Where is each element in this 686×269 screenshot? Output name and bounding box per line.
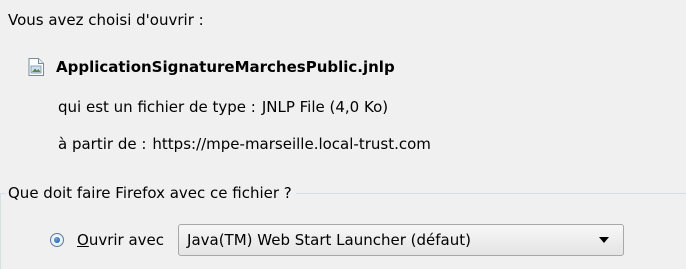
file-source-label: à partir de : [58,135,147,153]
open-with-row: Ouvrir avec Java(TM) Web Start Launcher … [50,223,625,257]
groupbox-border-left [0,193,1,269]
groupbox-legend: Que doit faire Firefox avec ce fichier ? [6,183,296,203]
file-name: ApplicationSignatureMarchesPublic.jnlp [56,58,395,76]
file-type-line: qui est un fichier de type : JNLP File (4… [58,97,388,117]
chevron-down-icon[interactable] [599,237,610,243]
file-source-value: https://mpe-marseille.local-trust.com [152,135,431,153]
open-with-accel: O [77,231,89,249]
file-row: ApplicationSignatureMarchesPublic.jnlp [28,56,395,78]
jnlp-file-icon [28,58,44,76]
file-type-value: JNLP File (4,0 Ko) [261,98,389,116]
open-with-app-value: Java(TM) Web Start Launcher (défaut) [187,231,471,249]
open-with-app-select[interactable]: Java(TM) Web Start Launcher (défaut) [178,224,625,256]
file-source-line: à partir de : https://mpe-marseille.local… [58,134,431,154]
open-with-label-rest: uvrir avec [88,231,165,249]
intro-text: Vous avez choisi d'ouvrir : [8,11,204,29]
open-with-label[interactable]: Ouvrir avec [77,230,164,250]
file-type-label: qui est un fichier de type : [58,98,256,116]
open-with-radio[interactable] [50,233,64,247]
